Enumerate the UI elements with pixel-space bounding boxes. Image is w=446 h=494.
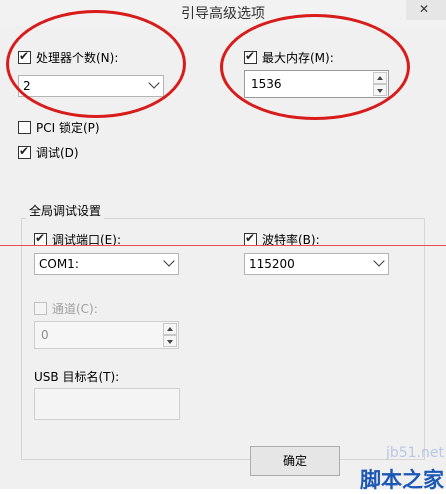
- debug-check-icon[interactable]: [18, 144, 31, 159]
- pci-lock-check-icon[interactable]: [18, 121, 31, 134]
- pci-lock-checkbox[interactable]: PCI 锁定(P): [18, 119, 100, 136]
- usb-target-label: USB 目标名(T):: [34, 370, 120, 384]
- channel-check-icon[interactable]: [34, 302, 47, 315]
- watermark-logo: jb51.net 脚本之家: [308, 445, 446, 492]
- global-debug-title: 全局调试设置: [26, 202, 105, 219]
- debug-checkbox[interactable]: 调试(D): [18, 144, 79, 161]
- annotation-ellipse-memory: [220, 14, 410, 120]
- watermark-site: jb51.net: [385, 445, 444, 461]
- baud-rate-select[interactable]: 115200: [244, 253, 389, 275]
- close-button[interactable]: [406, 0, 446, 20]
- channel-label: 通道(C):: [52, 302, 98, 316]
- watermark-brand: 脚本之家: [360, 468, 444, 492]
- debug-port-select[interactable]: COM1:: [34, 253, 179, 275]
- channel-checkbox[interactable]: 通道(C):: [34, 300, 98, 317]
- chevron-down-icon: [163, 255, 175, 267]
- channel-spinner: 0: [34, 321, 179, 349]
- baud-rate-value: 115200: [249, 257, 295, 271]
- debug-label: 调试(D): [36, 146, 79, 160]
- pci-lock-label: PCI 锁定(P): [36, 121, 100, 135]
- spin-down-icon: [163, 335, 177, 347]
- annotation-line: [0, 245, 446, 246]
- channel-value: 0: [41, 328, 49, 342]
- usb-target-input[interactable]: [34, 388, 180, 420]
- annotation-ellipse-processors: [6, 10, 186, 118]
- spin-up-icon: [163, 323, 177, 335]
- chevron-down-icon: [373, 255, 385, 267]
- debug-port-value: COM1:: [39, 257, 79, 271]
